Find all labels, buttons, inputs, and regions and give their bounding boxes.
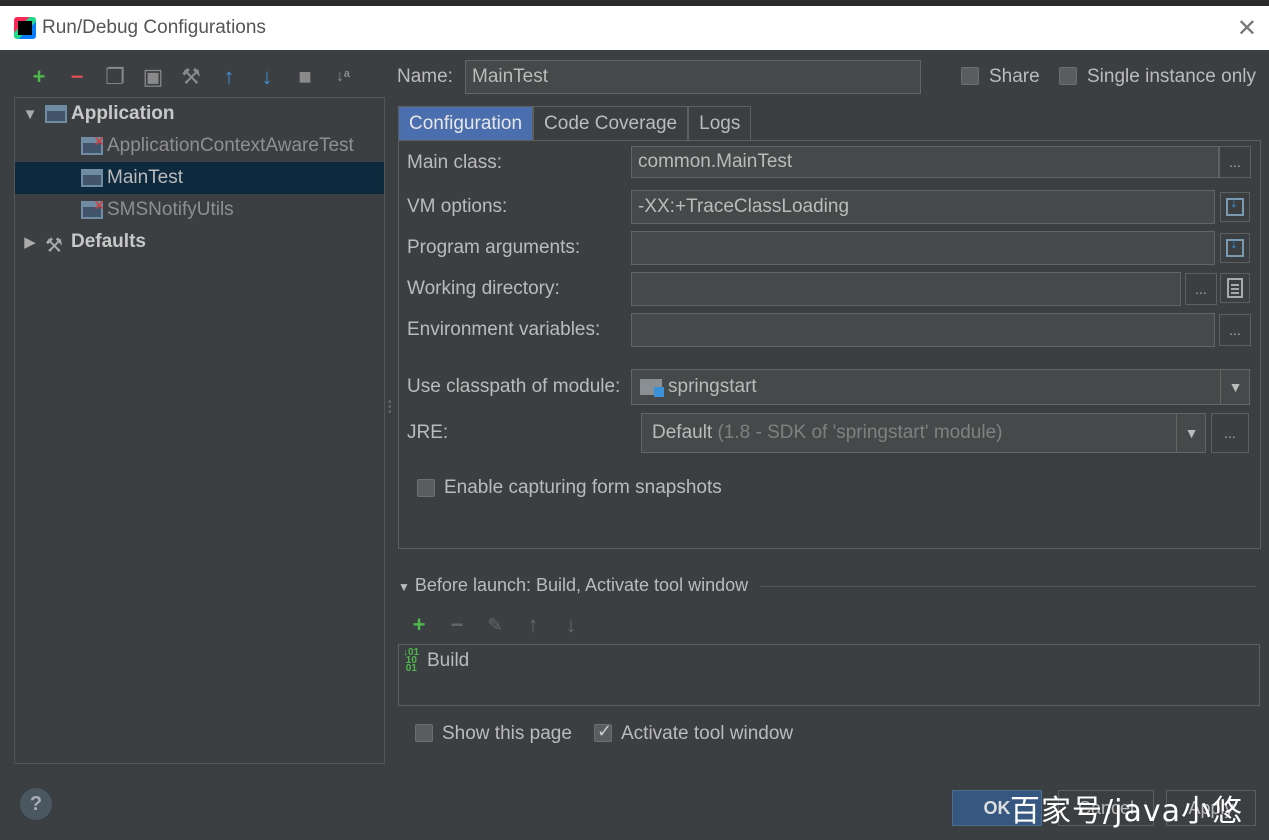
expand-field-icon: [1226, 235, 1244, 257]
application-error-icon: ✕: [81, 197, 105, 219]
tab-configuration[interactable]: Configuration: [398, 106, 534, 140]
sort-icon[interactable]: ↓ᵃ: [324, 64, 362, 90]
program-arguments-expand-button[interactable]: [1220, 233, 1250, 263]
working-directory-browse-button[interactable]: ...: [1185, 273, 1217, 305]
module-folder-icon: [640, 379, 664, 397]
remove-icon[interactable]: −: [58, 64, 96, 90]
share-checkbox[interactable]: [961, 67, 979, 85]
config-toolbar: + − ❐ ▣ ⚒ ↑ ↓ ■ ↓ᵃ: [20, 64, 362, 90]
jre-detail-value: (1.8 - SDK of 'springstart' module): [717, 422, 1003, 443]
window-title: Run/Debug Configurations: [42, 17, 266, 38]
config-tree: ▼ Application ✕ ApplicationContextAwareT…: [14, 97, 385, 764]
move-task-up-icon[interactable]: ↑: [514, 612, 552, 638]
name-label: Name:: [397, 66, 453, 87]
expanded-arrow-icon[interactable]: ▼: [15, 106, 45, 123]
share-label: Share: [989, 66, 1040, 87]
collapse-arrow-icon: ▼: [398, 580, 410, 594]
section-divider: [760, 586, 1256, 587]
environment-variables-label: Environment variables:: [407, 319, 601, 340]
show-page-label: Show this page: [442, 723, 572, 744]
main-class-input[interactable]: common.MainTest: [631, 146, 1219, 178]
help-button[interactable]: ?: [20, 788, 52, 820]
copy-icon[interactable]: ❐: [96, 64, 134, 90]
jre-browse-button[interactable]: ...: [1211, 413, 1249, 453]
vm-options-label: VM options:: [407, 196, 508, 217]
move-down-icon[interactable]: ↓: [248, 64, 286, 90]
jre-default-value: Default: [652, 422, 713, 443]
intellij-app-icon: [14, 17, 36, 39]
tree-node-label: Defaults: [71, 231, 146, 252]
working-directory-input[interactable]: [631, 272, 1181, 306]
before-launch-title: Before launch: Build, Activate tool wind…: [414, 575, 749, 595]
expand-field-icon: [1226, 194, 1244, 216]
snapshots-checkbox[interactable]: [417, 479, 435, 497]
classpath-label: Use classpath of module:: [407, 376, 621, 397]
application-icon: [81, 169, 103, 187]
build-icon: ↓01 10 01: [403, 647, 420, 674]
snapshots-label: Enable capturing form snapshots: [444, 477, 722, 498]
add-task-icon[interactable]: +: [400, 612, 438, 638]
before-launch-header[interactable]: ▼ Before launch: Build, Activate tool wi…: [398, 575, 748, 596]
program-arguments-label: Program arguments:: [407, 237, 581, 258]
activate-tool-label: Activate tool window: [621, 723, 794, 744]
wrench-icon: ⚒: [45, 235, 63, 257]
remove-task-icon[interactable]: −: [438, 612, 476, 638]
before-launch-toolbar: + − ✎ ↑ ↓: [400, 612, 590, 638]
jre-select[interactable]: Default (1.8 - SDK of 'springstart' modu…: [641, 413, 1206, 453]
tree-item-label: SMSNotifyUtils: [107, 199, 234, 220]
working-directory-macro-button[interactable]: [1220, 273, 1250, 303]
move-task-down-icon[interactable]: ↓: [552, 612, 590, 638]
tree-node-defaults[interactable]: ▶ ⚒ Defaults: [15, 226, 384, 258]
before-launch-list: ↓01 10 01 Build: [398, 644, 1260, 706]
application-error-icon: ✕: [81, 133, 105, 155]
jre-dropdown-icon[interactable]: ▼: [1176, 414, 1206, 452]
folder-icon[interactable]: ■: [286, 64, 324, 90]
vm-options-expand-button[interactable]: [1220, 192, 1250, 222]
show-page-checkbox[interactable]: [415, 724, 433, 742]
classpath-value: springstart: [668, 376, 757, 397]
move-up-icon[interactable]: ↑: [210, 64, 248, 90]
environment-variables-browse-button[interactable]: ...: [1219, 314, 1251, 346]
tree-item-smsnotifyutils[interactable]: ✕ SMSNotifyUtils: [15, 194, 384, 226]
tree-item-label: MainTest: [107, 167, 184, 188]
add-icon[interactable]: +: [20, 64, 58, 90]
tree-item-maintest[interactable]: MainTest: [15, 162, 384, 194]
single-instance-label: Single instance only: [1087, 66, 1256, 87]
build-label: Build: [427, 650, 470, 671]
tab-code-coverage[interactable]: Code Coverage: [533, 106, 689, 140]
splitter-handle[interactable]: • • •: [388, 398, 392, 422]
program-arguments-input[interactable]: [631, 231, 1215, 265]
collapsed-arrow-icon[interactable]: ▶: [15, 233, 45, 251]
document-icon: [1227, 278, 1243, 298]
tree-item-applicationcontextawaretest[interactable]: ✕ ApplicationContextAwareTest: [15, 130, 384, 162]
environment-variables-input[interactable]: [631, 313, 1215, 347]
single-instance-checkbox[interactable]: [1059, 67, 1077, 85]
activate-tool-checkbox[interactable]: [594, 721, 612, 742]
tab-logs[interactable]: Logs: [688, 106, 752, 140]
jre-label: JRE:: [407, 422, 449, 443]
wrench-icon[interactable]: ⚒: [172, 64, 210, 90]
tab-bar: Configuration Code Coverage Logs: [398, 106, 752, 140]
save-icon[interactable]: ▣: [134, 64, 172, 90]
working-directory-label: Working directory:: [407, 278, 560, 299]
tree-node-label: Application: [71, 103, 175, 124]
watermark-text: 百家号/java小悠: [1010, 794, 1243, 829]
title-bar: Run/Debug Configurations ✕: [0, 6, 1269, 50]
name-input[interactable]: MainTest: [465, 60, 921, 94]
classpath-select[interactable]: springstart: [631, 369, 1250, 405]
list-item[interactable]: ↓01 10 01 Build: [403, 647, 470, 674]
main-class-browse-button[interactable]: ...: [1219, 146, 1251, 178]
vm-options-input[interactable]: -XX:+TraceClassLoading: [631, 190, 1215, 224]
tree-item-label: ApplicationContextAwareTest: [107, 135, 354, 156]
classpath-dropdown-icon[interactable]: ▼: [1220, 370, 1250, 404]
application-icon: [45, 105, 67, 123]
close-icon[interactable]: ✕: [1237, 14, 1257, 43]
edit-task-icon[interactable]: ✎: [476, 612, 514, 638]
main-class-label: Main class:: [407, 152, 503, 173]
tree-node-application[interactable]: ▼ Application: [15, 98, 384, 130]
